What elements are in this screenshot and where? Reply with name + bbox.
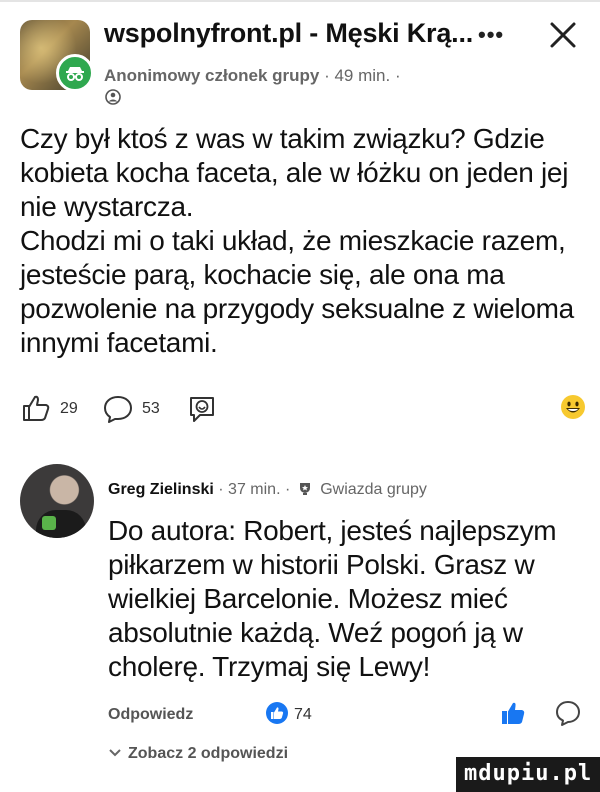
post-author-line: Anonimowy członek grupy · 49 min. · — [104, 66, 401, 86]
comment-like-button-icon[interactable] — [500, 700, 526, 731]
commenter-avatar[interactable] — [20, 464, 94, 538]
grinning-face-icon — [560, 394, 586, 425]
comment-bubble-icon[interactable] — [102, 393, 134, 430]
close-icon[interactable] — [548, 20, 578, 55]
watermark-text: mdupiu.pl — [464, 761, 593, 786]
top-divider — [0, 0, 600, 2]
comment-like-badge-icon — [266, 702, 288, 724]
group-title[interactable]: wspolnyfront.pl - Męski Krą... — [104, 18, 473, 49]
comment-author-name[interactable]: Greg Zielinski — [108, 481, 214, 498]
view-replies-link[interactable]: Zobacz 2 odpowiedzi — [108, 745, 288, 763]
post-actions-bar: 29 53 — [20, 390, 585, 430]
anonymous-badge-icon — [56, 54, 94, 92]
post-time: · 49 min. · — [324, 66, 401, 85]
reply-button[interactable]: Odpowiedz — [108, 706, 193, 724]
post-paragraph-2: Chodzi mi o taki układ, że mieszkacie ra… — [20, 225, 574, 358]
share-sticker-icon[interactable] — [186, 393, 218, 430]
comment-author-badge: Gwiazda grupy — [320, 481, 427, 498]
privacy-globe-icon — [104, 88, 122, 111]
comment-like-count: 74 — [294, 706, 312, 723]
comment-time: · 37 min. · — [218, 481, 291, 498]
reply-bubble-icon[interactable] — [554, 699, 582, 732]
watermark: mdupiu.pl — [456, 757, 600, 792]
post-body: Czy był ktoś z was w takim związku? Gdzi… — [20, 122, 585, 360]
comment-meta: Greg Zielinski · 37 min. · Gwiazda grupy — [108, 480, 427, 501]
thumbs-up-outline-icon[interactable] — [20, 392, 52, 429]
post-like-count: 29 — [60, 400, 78, 417]
view-replies-label: Zobacz 2 odpowiedzi — [128, 745, 289, 762]
more-icon[interactable]: ••• — [478, 22, 504, 48]
post-comment-count: 53 — [142, 400, 160, 417]
group-star-icon — [297, 480, 313, 501]
post-paragraph-1: Czy był ktoś z was w takim związku? Gdzi… — [20, 123, 569, 222]
post-author-name: Anonimowy członek grupy — [104, 66, 320, 85]
comment-body: Do autora: Robert, jesteś najlepszym pił… — [108, 515, 557, 682]
chevron-down-icon — [108, 745, 122, 763]
